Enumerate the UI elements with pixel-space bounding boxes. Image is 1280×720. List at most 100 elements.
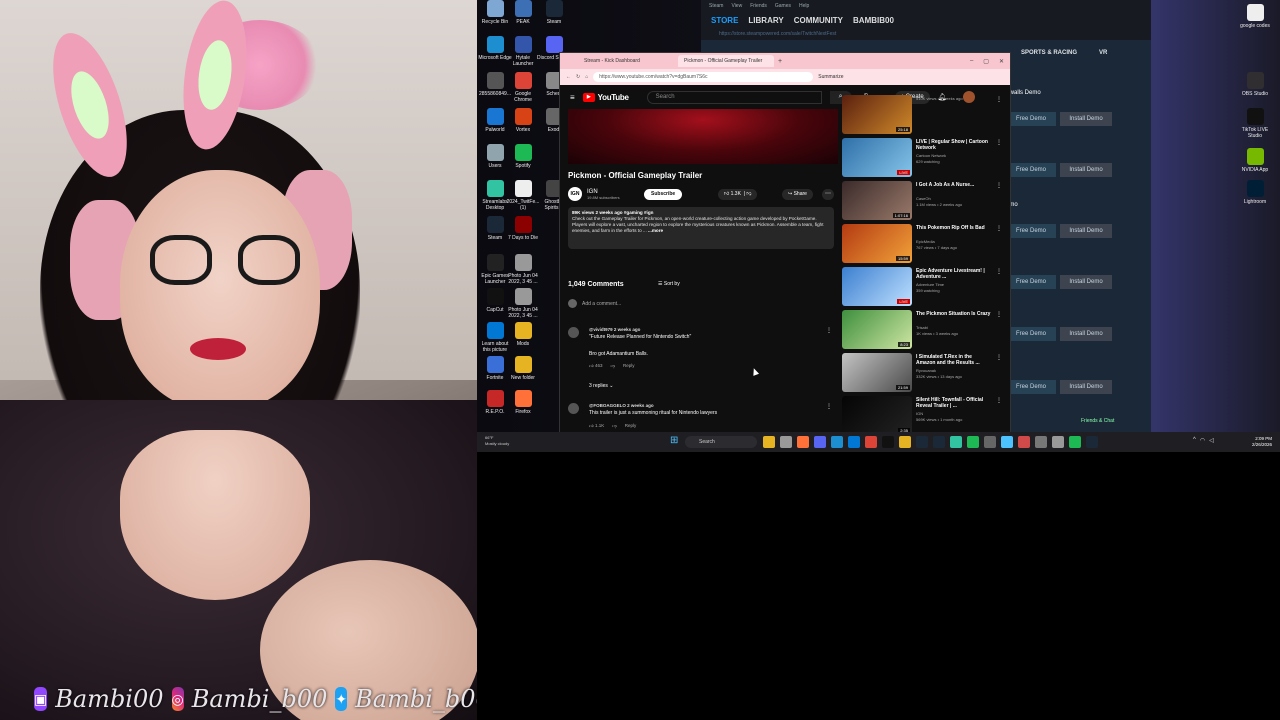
recommended-video[interactable]: LIVE LIVE | Regular Show | Cartoon Networ… xyxy=(842,138,1004,178)
back-icon[interactable]: ← xyxy=(566,74,571,80)
taskbar-app-icon[interactable] xyxy=(882,436,894,448)
menu-icon[interactable]: ≡ xyxy=(570,93,575,102)
summarize-button[interactable]: Summarize xyxy=(818,74,843,80)
reply-button[interactable]: Reply xyxy=(623,363,635,369)
comment-avatar[interactable] xyxy=(568,327,579,338)
desktop-icon[interactable]: PEAK xyxy=(508,0,538,25)
taskbar-app-icon[interactable] xyxy=(1086,436,1098,448)
install-demo-button[interactable]: Install Demo xyxy=(1060,327,1112,341)
like-icon[interactable]: 👍︎ 1.1K xyxy=(589,423,604,429)
friends-chat[interactable]: Friends & Chat xyxy=(1081,418,1114,424)
recommended-video[interactable]: LIVE Epic Adventure Livestream! | Adventu… xyxy=(842,267,1004,307)
video-thumbnail[interactable]: LIVE xyxy=(842,138,912,177)
add-comment-input[interactable]: Add a comment... xyxy=(582,301,621,307)
wifi-icon[interactable]: ◠ xyxy=(1200,437,1205,444)
free-demo-button[interactable]: Free Demo xyxy=(1006,275,1056,289)
menu-games[interactable]: Games xyxy=(775,3,791,9)
tab-kick[interactable]: Stream - Kick Dashboard xyxy=(578,55,674,67)
taskbar-app-icon[interactable] xyxy=(1035,436,1047,448)
video-thumbnail[interactable]: 25:18 xyxy=(842,95,912,134)
desktop-icon[interactable]: google codes xyxy=(1240,4,1270,29)
free-demo-button[interactable]: Free Demo xyxy=(1006,163,1056,177)
install-demo-button[interactable]: Install Demo xyxy=(1060,380,1112,394)
home-icon[interactable]: ⌂ xyxy=(585,74,588,80)
menu-friends[interactable]: Friends xyxy=(750,3,767,9)
menu-view[interactable]: View xyxy=(731,3,742,9)
taskbar-search[interactable]: Search xyxy=(685,436,757,448)
video-thumbnail[interactable]: 21:59 xyxy=(842,353,912,392)
install-demo-button[interactable]: Install Demo xyxy=(1060,112,1112,126)
category-vr[interactable]: VR xyxy=(1099,50,1107,56)
video-menu-icon[interactable]: ⋮ xyxy=(996,311,1002,318)
nav-community[interactable]: COMMUNITY xyxy=(794,16,843,25)
desktop-icon[interactable]: Learn about this picture xyxy=(480,322,510,353)
video-menu-icon[interactable]: ⋮ xyxy=(996,96,1002,103)
maximize-icon[interactable]: ▢ xyxy=(983,58,989,65)
taskbar-app-icon[interactable] xyxy=(950,436,962,448)
free-demo-button[interactable]: Free Demo xyxy=(1006,380,1056,394)
recommended-video[interactable]: 25:18 510K views • 2 weeks ago ⋮ xyxy=(842,95,1004,135)
desktop-icon[interactable]: New folder xyxy=(508,356,538,381)
like-button[interactable]: 👍︎ 1.3K | 👎︎ xyxy=(718,189,758,200)
volume-icon[interactable]: ◁ xyxy=(1209,437,1214,444)
sort-button[interactable]: ☰ Sort by xyxy=(658,281,680,287)
desktop-icon[interactable]: Vortex xyxy=(508,108,538,133)
search-input[interactable]: Search xyxy=(646,90,822,104)
clock[interactable]: 2:09 PM 2/26/2026 xyxy=(1252,436,1272,448)
desktop-icon[interactable]: Firefox xyxy=(508,390,538,415)
dislike-icon[interactable]: 👎︎ xyxy=(612,423,617,429)
category-sports[interactable]: SPORTS & RACING xyxy=(1021,50,1077,56)
taskbar-app-icon[interactable] xyxy=(814,436,826,448)
desktop-icon[interactable]: Google Chrome xyxy=(508,72,538,103)
desktop-icon[interactable]: NVIDIA App xyxy=(1240,148,1270,173)
recommended-title[interactable]: LIVE | Regular Show | Cartoon Network xyxy=(916,139,992,151)
windows-start-icon[interactable]: ⊞ xyxy=(670,436,680,446)
install-demo-button[interactable]: Install Demo xyxy=(1060,163,1112,177)
video-menu-icon[interactable]: ⋮ xyxy=(996,354,1002,361)
taskbar-app-icon[interactable] xyxy=(780,436,792,448)
taskbar-app-icon[interactable] xyxy=(899,436,911,448)
taskbar-app-icon[interactable] xyxy=(933,436,945,448)
new-tab-icon[interactable]: + xyxy=(778,58,782,65)
recommended-title[interactable]: Silent Hill: Townfall - Official Reveal … xyxy=(916,397,992,409)
video-thumbnail[interactable]: 8:23 xyxy=(842,310,912,349)
recommended-title[interactable]: I Got A Job As A Nurse... xyxy=(916,182,992,188)
comment-author[interactable]: @vividt979 2 weeks ago xyxy=(589,327,640,332)
free-demo-button[interactable]: Free Demo xyxy=(1006,327,1056,341)
comment-menu-icon[interactable]: ⋮ xyxy=(826,327,832,334)
chevron-up-icon[interactable]: ^ xyxy=(1193,437,1196,444)
free-demo-button[interactable]: Free Demo xyxy=(1006,112,1056,126)
recommended-title[interactable]: This Pokemon Rip Off Is Bad xyxy=(916,225,992,231)
description-box[interactable]: 89K views 2 weeks ago #gaming #ign Check… xyxy=(568,207,834,249)
taskbar-app-icon[interactable] xyxy=(763,436,775,448)
taskbar-app-icon[interactable] xyxy=(848,436,860,448)
free-demo-button[interactable]: Free Demo xyxy=(1006,224,1056,238)
taskbar-app-icon[interactable] xyxy=(1018,436,1030,448)
taskbar-app-icon[interactable] xyxy=(797,436,809,448)
video-menu-icon[interactable]: ⋮ xyxy=(996,268,1002,275)
tab-youtube[interactable]: Pickmon - Official Gameplay Trailer xyxy=(678,55,774,67)
close-icon[interactable]: ✕ xyxy=(999,58,1004,65)
taskbar-app-icon[interactable] xyxy=(831,436,843,448)
recommended-title[interactable]: Epic Adventure Livestream! | Adventure .… xyxy=(916,268,992,280)
video-menu-icon[interactable]: ⋮ xyxy=(996,397,1002,404)
comment-avatar[interactable] xyxy=(568,403,579,414)
comment-author[interactable]: @FOBOAGGELO 2 weeks ago xyxy=(589,403,654,408)
dislike-icon[interactable]: 👎︎ xyxy=(610,363,615,369)
nav-user[interactable]: BAMBIB00 xyxy=(853,16,894,25)
more-actions-icon[interactable]: ⋯ xyxy=(822,189,834,200)
taskbar-app-icon[interactable] xyxy=(984,436,996,448)
comment-menu-icon[interactable]: ⋮ xyxy=(826,403,832,410)
desktop-icon[interactable]: Lightroom xyxy=(1240,180,1270,205)
video-menu-icon[interactable]: ⋮ xyxy=(996,139,1002,146)
taskbar-app-icon[interactable] xyxy=(1052,436,1064,448)
video-thumbnail[interactable]: LIVE xyxy=(842,267,912,306)
description-more[interactable]: ...more xyxy=(648,228,663,233)
subscribe-button[interactable]: Subscribe xyxy=(644,189,683,200)
replies-toggle[interactable]: 3 replies ⌄ xyxy=(589,383,614,389)
desktop-icon[interactable]: Photo Jun 04 2022, 3 45 ... xyxy=(508,254,538,285)
desktop-icon[interactable]: TikTok LIVE Studio xyxy=(1240,108,1270,139)
recommended-video[interactable]: 8:23 The Pickmon Situation Is Crazy Trisab… xyxy=(842,310,1004,350)
url-field[interactable]: https://www.youtube.com/watch?v=dgBaum7S… xyxy=(593,72,814,82)
install-demo-button[interactable]: Install Demo xyxy=(1060,275,1112,289)
